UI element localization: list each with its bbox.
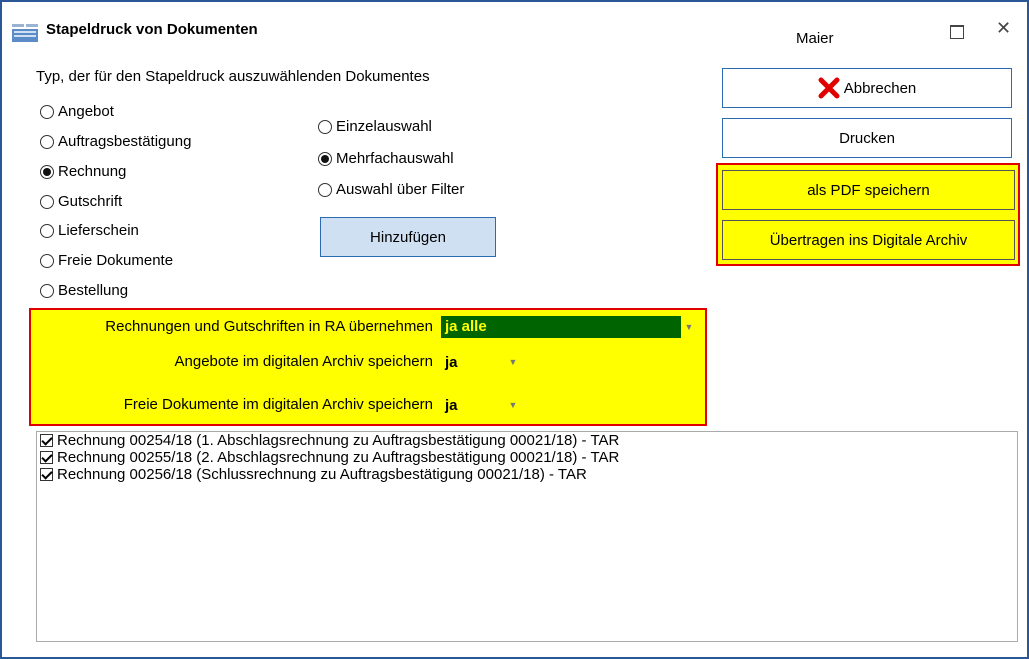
rechnungen-label: Rechnungen und Gutschriften in RA überne… [105, 318, 433, 335]
maximize-icon[interactable] [950, 25, 964, 39]
user-name: Maier [796, 30, 834, 47]
radio-label: Gutschrift [58, 193, 123, 210]
add-button[interactable]: Hinzufügen [320, 217, 496, 257]
radio-circle[interactable] [40, 164, 54, 179]
list-item[interactable]: Rechnung 00254/18 (1. Abschlagsrechnung … [37, 432, 1017, 449]
radio-freie-dokumente[interactable]: Freie Dokumente [40, 252, 173, 269]
rechnungen-combo[interactable]: ja alle ▼ [441, 316, 697, 338]
radio-circle[interactable] [40, 223, 54, 238]
radio-mehrfachauswahl[interactable]: Mehrfachauswahl [318, 150, 454, 167]
print-button[interactable]: Drucken [722, 118, 1012, 158]
angebote-value: ja [445, 353, 458, 371]
save-pdf-button[interactable]: als PDF speichern [722, 170, 1015, 210]
freie-combo[interactable]: ja ▼ [441, 394, 521, 416]
radio-label: Freie Dokumente [58, 252, 174, 269]
angebote-label: Angebote im digitalen Archiv speichern [174, 353, 434, 370]
radio-label: Mehrfachauswahl [336, 150, 454, 167]
close-icon[interactable]: ✕ [996, 18, 1011, 39]
radio-circle[interactable] [40, 194, 54, 209]
radio-rechnung[interactable]: Rechnung [40, 163, 126, 180]
title-bar: Stapeldruck von Dokumenten Maier ✕ [2, 2, 1027, 60]
radio-label: Auftragsbestätigung [58, 133, 192, 150]
archive-button[interactable]: Übertragen ins Digitale Archiv [722, 220, 1015, 260]
radio-lieferschein[interactable]: Lieferschein [40, 222, 139, 239]
radio-bestellung[interactable]: Bestellung [40, 282, 128, 299]
cancel-button-label: Abbrechen [843, 79, 917, 97]
radio-auswahl-filter[interactable]: Auswahl über Filter [318, 181, 464, 198]
checkbox[interactable] [40, 468, 53, 481]
checkbox[interactable] [40, 451, 53, 464]
list-item[interactable]: Rechnung 00255/18 (2. Abschlagsrechnung … [37, 449, 1017, 466]
radio-circle[interactable] [318, 151, 332, 166]
list-item-label: Rechnung 00256/18 (Schlussrechnung zu Au… [57, 466, 587, 483]
freie-value: ja [445, 396, 458, 414]
radio-einzelauswahl[interactable]: Einzelauswahl [318, 118, 432, 135]
list-item-label: Rechnung 00255/18 (2. Abschlagsrechnung … [57, 449, 620, 466]
chevron-down-icon[interactable]: ▼ [505, 357, 521, 367]
dialog-content: Typ, der für den Stapeldruck auszuwählen… [2, 60, 1027, 657]
document-list[interactable]: Rechnung 00254/18 (1. Abschlagsrechnung … [36, 431, 1018, 642]
freie-label: Freie Dokumente im digitalen Archiv spei… [123, 396, 433, 413]
list-item-label: Rechnung 00254/18 (1. Abschlagsrechnung … [57, 432, 620, 449]
radio-auftragsbestaetigung[interactable]: Auftragsbestätigung [40, 133, 191, 150]
radio-circle[interactable] [40, 253, 54, 268]
red-x-icon [818, 77, 840, 99]
radio-gutschrift[interactable]: Gutschrift [40, 193, 122, 210]
radio-label: Lieferschein [58, 222, 139, 239]
chevron-down-icon[interactable]: ▼ [681, 322, 697, 332]
radio-circle[interactable] [318, 182, 332, 197]
list-item[interactable]: Rechnung 00256/18 (Schlussrechnung zu Au… [37, 466, 1017, 483]
radio-circle[interactable] [40, 283, 54, 298]
radio-label: Bestellung [58, 282, 129, 299]
doc-type-heading: Typ, der für den Stapeldruck auszuwählen… [36, 68, 430, 85]
checkbox[interactable] [40, 434, 53, 447]
dialog-window: Stapeldruck von Dokumenten Maier ✕ Typ, … [0, 0, 1029, 659]
grid-app-icon [12, 24, 38, 42]
cancel-button[interactable]: Abbrechen [722, 68, 1012, 108]
rechnungen-value: ja alle [441, 316, 681, 338]
window-title: Stapeldruck von Dokumenten [46, 21, 258, 38]
chevron-down-icon[interactable]: ▼ [505, 400, 521, 410]
radio-circle[interactable] [40, 134, 54, 149]
radio-label: Auswahl über Filter [336, 181, 465, 198]
radio-angebot[interactable]: Angebot [40, 103, 114, 120]
radio-circle[interactable] [40, 104, 54, 119]
angebote-combo[interactable]: ja ▼ [441, 351, 521, 373]
radio-label: Rechnung [58, 163, 127, 180]
radio-label: Angebot [58, 103, 114, 120]
radio-circle[interactable] [318, 119, 332, 134]
radio-label: Einzelauswahl [336, 118, 432, 135]
